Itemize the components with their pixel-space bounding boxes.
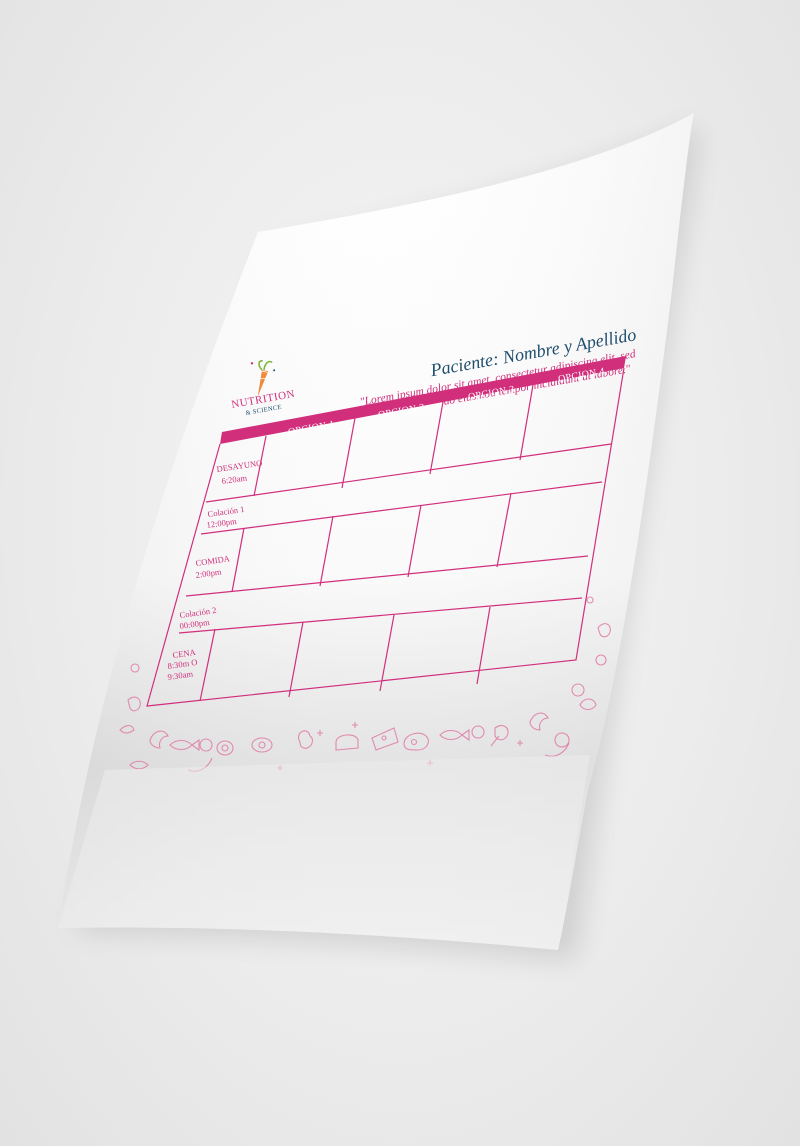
mockup-scene: Paciente: Nombre y Apellido "Lorem ipsum… [0, 0, 800, 1146]
meal-plan-sheet: Paciente: Nombre y Apellido "Lorem ipsum… [58, 113, 700, 960]
paper-lower-fade [58, 755, 590, 950]
